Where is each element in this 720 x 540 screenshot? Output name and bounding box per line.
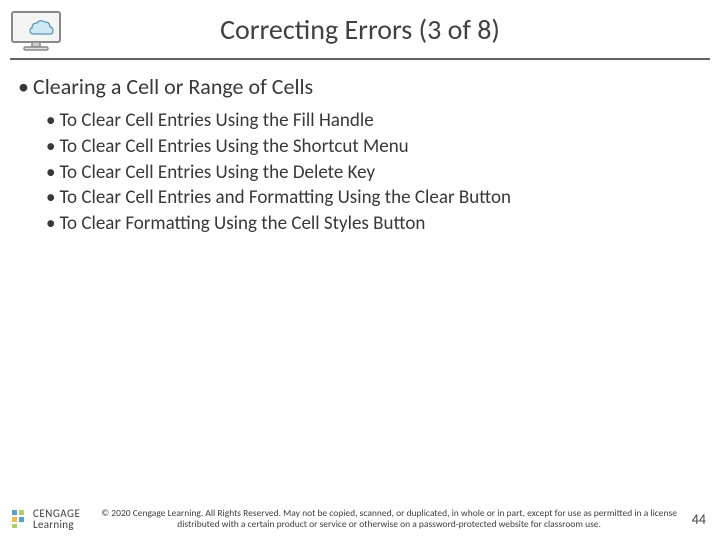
copyright-text: © 2020 Cengage Learning. All Rights Rese… — [86, 508, 691, 530]
heading-text: Clearing a Cell or Range of Cells — [33, 73, 313, 100]
logo-brand-bottom: Learning — [33, 519, 80, 530]
content-area: •Clearing a Cell or Range of Cells •To C… — [0, 60, 720, 237]
list-item: •To Clear Cell Entries and Formatting Us… — [46, 185, 702, 211]
list-item: •To Clear Cell Entries Using the Delete … — [46, 160, 702, 186]
list-item: •To Clear Cell Entries Using the Fill Ha… — [46, 108, 702, 134]
monitor-cloud-icon — [10, 10, 62, 54]
cengage-logo: CENGAGE Learning — [10, 508, 80, 530]
slide-title: Correcting Errors (3 of 8) — [62, 12, 658, 47]
heading-level1: •Clearing a Cell or Range of Cells — [18, 74, 702, 100]
page-number: 44 — [692, 511, 706, 530]
list-item: •To Clear Cell Entries Using the Shortcu… — [46, 134, 702, 160]
list-item: •To Clear Formatting Using the Cell Styl… — [46, 211, 702, 237]
